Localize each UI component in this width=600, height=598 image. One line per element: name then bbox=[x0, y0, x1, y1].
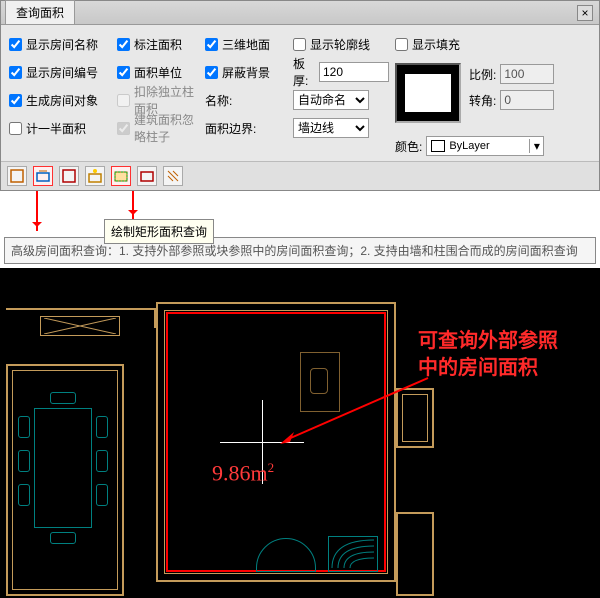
tooltip-rect-area: 绘制矩形面积查询 bbox=[104, 219, 214, 244]
select-color[interactable]: ByLayer▾ bbox=[426, 136, 544, 156]
tool-room-area[interactable] bbox=[7, 166, 27, 186]
label-color: 颜色: bbox=[395, 138, 422, 155]
tool-closed-area[interactable] bbox=[59, 166, 79, 186]
chk-3d-floor[interactable]: 三维地面 bbox=[205, 35, 287, 53]
input-rotation bbox=[500, 90, 554, 110]
chk-mask-bg[interactable]: 屏蔽背景 bbox=[205, 63, 287, 81]
close-button[interactable]: × bbox=[577, 5, 593, 21]
label-slab-thick: 板厚: bbox=[293, 55, 315, 89]
area-query-panel: 查询面积 × 显示房间名称 显示房间编号 生成房间对象 计一半面积 标注面积 面… bbox=[0, 0, 600, 191]
chk-area-unit[interactable]: 面积单位 bbox=[117, 63, 199, 81]
tool-rect-area[interactable] bbox=[111, 166, 131, 186]
chk-show-outline[interactable]: 显示轮廓线 bbox=[293, 35, 389, 53]
chk-ignore-col: 建筑面积忽略柱子 bbox=[117, 119, 199, 137]
chk-dim-area[interactable]: 标注面积 bbox=[117, 35, 199, 53]
chk-show-room-number[interactable]: 显示房间编号 bbox=[9, 63, 111, 81]
chk-deduct-col: 扣除独立柱面积 bbox=[117, 91, 199, 109]
chk-show-fill[interactable]: 显示填充 bbox=[395, 35, 591, 53]
annotation-text: 可查询外部参照 中的房间面积 bbox=[418, 328, 558, 382]
titlebar: 查询面积 × bbox=[1, 1, 599, 25]
tool-advanced-room-area[interactable] bbox=[33, 166, 53, 186]
tab-area-query[interactable]: 查询面积 bbox=[5, 0, 75, 24]
label-area-boundary: 面积边界: bbox=[205, 120, 256, 137]
tool-poly-area[interactable] bbox=[137, 166, 157, 186]
select-name[interactable]: 自动命名 bbox=[293, 90, 369, 110]
chk-show-room-name[interactable]: 显示房间名称 bbox=[9, 35, 111, 53]
input-ratio bbox=[500, 64, 554, 84]
input-slab-thick[interactable] bbox=[319, 62, 389, 82]
annotation-arrow bbox=[280, 376, 430, 446]
label-name: 名称: bbox=[205, 92, 232, 109]
cad-viewport[interactable]: 9.86m2 可查询外部参照 中的房间面积 bbox=[0, 268, 600, 598]
tool-hatch-area[interactable] bbox=[163, 166, 183, 186]
chk-half-area[interactable]: 计一半面积 bbox=[9, 119, 111, 137]
fill-preview bbox=[395, 63, 461, 123]
help-text: 高级房间面积查询：1. 支持外部参照或块参照中的房间面积查询；2. 支持由墙和柱… bbox=[4, 237, 596, 264]
arrow-indicator-1 bbox=[36, 191, 38, 231]
area-value: 9.86m2 bbox=[212, 460, 274, 486]
tool-balcony-area[interactable] bbox=[85, 166, 105, 186]
arrow-indicator-2 bbox=[132, 191, 134, 219]
chk-gen-room-obj[interactable]: 生成房间对象 bbox=[9, 91, 111, 109]
label-ratio: 比例: bbox=[469, 66, 496, 83]
toolbar bbox=[1, 161, 599, 190]
label-rotation: 转角: bbox=[469, 92, 496, 109]
select-area-boundary[interactable]: 墙边线 bbox=[293, 118, 369, 138]
